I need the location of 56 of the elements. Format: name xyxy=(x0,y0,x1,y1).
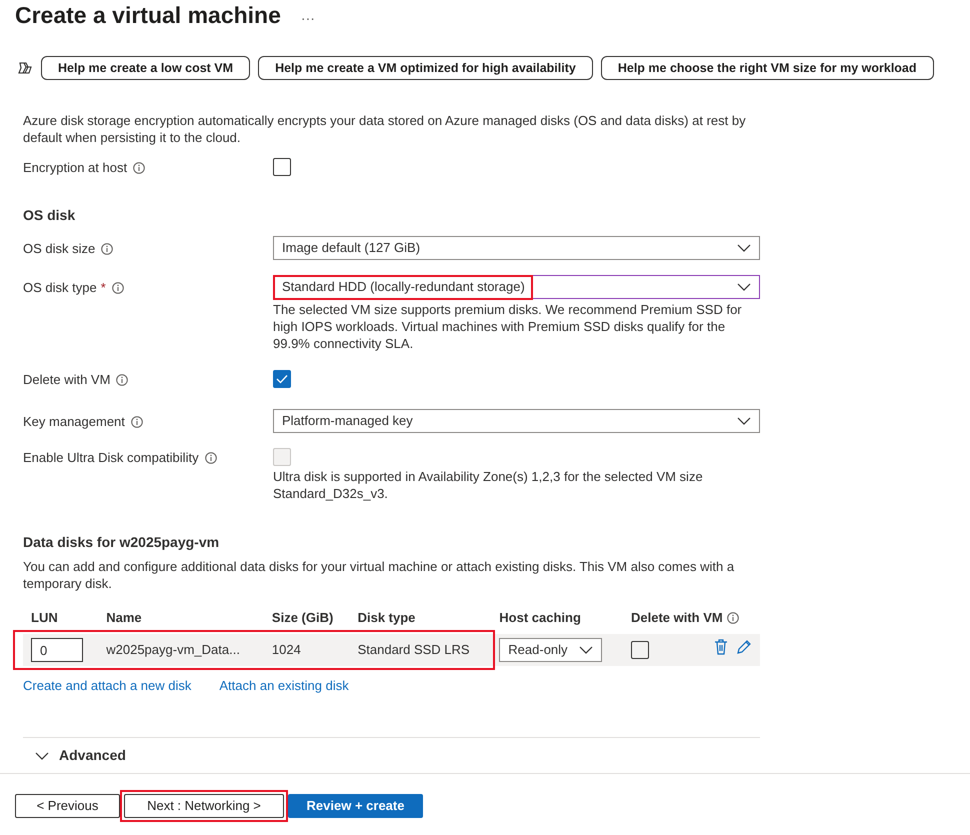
dropdown[interactable]: Platform-managed key xyxy=(273,409,760,433)
column-header: Size (GiB) xyxy=(272,610,334,625)
table-cell-text: w2025payg-vm_Data... xyxy=(106,642,240,657)
description-text: Azure disk storage encryption automatically encrypts your data stored on Azure managed disks (OS and data disks) at rest by default when persisting it to the cloud. xyxy=(23,112,747,146)
link[interactable]: Attach an existing disk xyxy=(219,676,349,695)
field-label: Encryption at host xyxy=(23,159,128,176)
field-label: Key management xyxy=(23,413,125,430)
hint-text: Ultra disk is supported in Availability Zone(s) 1,2,3 for the selected VM size Standard_D32s_v3. xyxy=(273,468,704,502)
info-icon xyxy=(130,416,143,428)
description-text: You can add and configure additional data disks for your virtual machine or attach existing disks. This VM also comes with a temporary disk. xyxy=(23,558,736,592)
field-label: Enable Ultra Disk compatibility xyxy=(23,449,199,466)
chevron-down-icon xyxy=(737,283,751,291)
column-header: Name xyxy=(106,610,142,625)
review-create-button[interactable]: Review + create xyxy=(288,794,423,818)
table-cell-text: 1024 xyxy=(272,642,301,657)
lun-field[interactable]: 0 xyxy=(31,638,83,662)
help-button[interactable]: Help me create a low cost VM xyxy=(41,56,250,80)
checkmark-icon xyxy=(276,374,288,384)
chevron-down-icon xyxy=(737,244,751,252)
trash-icon[interactable] xyxy=(714,638,728,655)
column-header: LUN xyxy=(31,610,58,625)
nav-button[interactable]: < Previous xyxy=(15,794,120,818)
nav-button[interactable]: Next : Networking > xyxy=(124,794,284,818)
info-icon xyxy=(204,452,217,464)
checkbox[interactable] xyxy=(630,640,649,658)
field-label: Delete with VM xyxy=(23,371,110,388)
required-mark: * xyxy=(100,279,106,296)
chevron-down-icon xyxy=(579,646,594,654)
field-label: OS disk type xyxy=(23,279,97,296)
info-icon xyxy=(133,162,146,174)
chevron-down-icon xyxy=(737,417,751,425)
link[interactable]: Create and attach a new disk xyxy=(23,676,192,695)
more-button[interactable]: ··· xyxy=(300,8,315,29)
dropdown[interactable]: Image default (127 GiB) xyxy=(273,236,760,260)
section-title: Advanced xyxy=(59,746,126,765)
host-caching-dropdown[interactable]: Read-only xyxy=(499,638,602,662)
info-icon xyxy=(726,612,739,624)
info-icon xyxy=(112,282,124,294)
page-title: Create a virtual machine xyxy=(15,2,281,30)
hint-text: The selected VM size supports premium disks. We recommend Premium SSD for high IOPS workloads. Virtual machines with Premium SSD disks qualify for the 99.9% connectivity SLA. xyxy=(273,301,743,352)
checkbox[interactable] xyxy=(273,370,291,388)
advanced-section[interactable]: Advanced xyxy=(23,737,760,774)
checkbox[interactable] xyxy=(273,158,291,176)
help-button[interactable]: Help me create a VM optimized for high availability xyxy=(258,56,593,80)
column-header: Delete with VM xyxy=(630,609,723,627)
field-label: OS disk size xyxy=(23,240,96,257)
help-button[interactable]: Help me choose the right VM size for my workload xyxy=(600,56,934,80)
section-heading: Data disks for w2025payg-vm xyxy=(23,533,220,552)
section-heading: OS disk xyxy=(23,206,76,225)
chevron-down-icon xyxy=(35,752,49,760)
column-header: Disk type xyxy=(358,610,416,625)
info-icon xyxy=(116,374,128,386)
pencil-icon[interactable] xyxy=(736,638,752,655)
column-header: Host caching xyxy=(499,610,581,625)
table-cell-text: Standard SSD LRS xyxy=(358,642,470,657)
info-icon xyxy=(101,242,114,254)
